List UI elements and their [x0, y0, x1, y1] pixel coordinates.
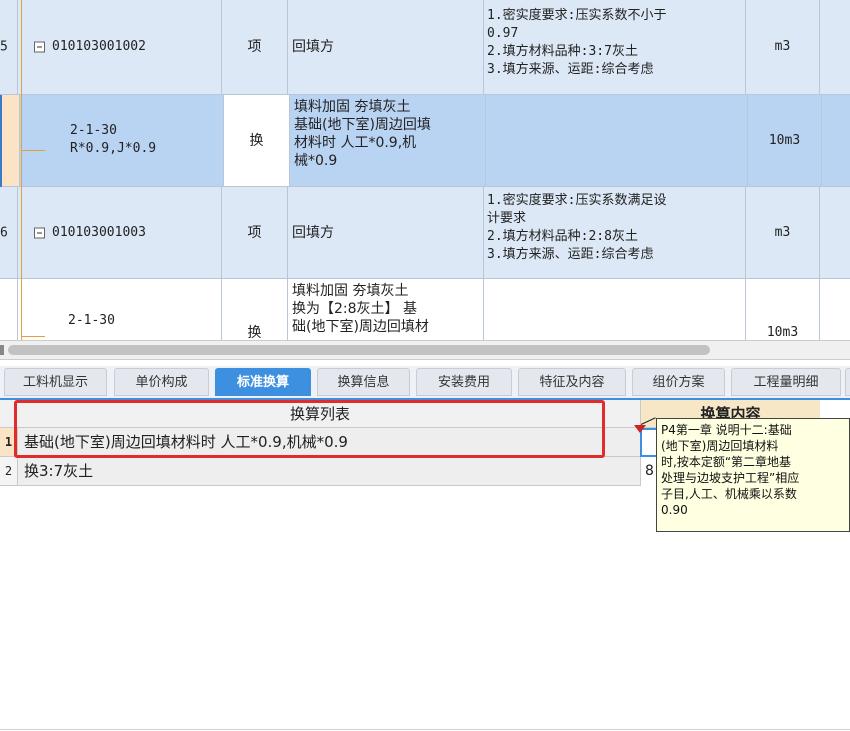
feature-line: 计要求 — [487, 211, 527, 226]
unit: 10m3 — [768, 132, 801, 148]
collapse-icon[interactable] — [34, 41, 45, 53]
item-code: 2-1-30 — [68, 313, 115, 328]
tab-installation-fee[interactable]: 安装费用 — [416, 368, 512, 396]
tooltip-line: (地下室)周边回填材料 — [661, 439, 779, 453]
row-number: 1 — [0, 428, 18, 456]
item-type: 换 — [247, 325, 262, 340]
item-code: 2-1-30 — [70, 123, 117, 138]
scrollbar-left-edge — [0, 345, 4, 355]
row-number: 2 — [0, 457, 18, 485]
item-code-modifier: R*0.9,J*0.9 — [70, 141, 157, 156]
name-line: 填料加固 夯填灰土 — [294, 99, 411, 115]
name-line: 基础(地下室)周边回填 — [294, 117, 431, 133]
name-line: 换为【2:8灰土】 基 — [292, 301, 417, 317]
feature-line: 3.填方来源、运距:综合考虑 — [487, 247, 654, 262]
tab-conversion-info[interactable]: 换算信息 — [317, 368, 410, 396]
table-row-selected[interactable]: 2-1-30 R*0.9,J*0.9 换 填料加固 夯填灰土 基础(地下室)周边… — [0, 95, 850, 187]
tab-unit-price-composition[interactable]: 单价构成 — [114, 368, 209, 396]
item-code: 010103001002 — [52, 39, 146, 54]
item-type: 项 — [247, 39, 262, 55]
unit: m3 — [774, 39, 791, 54]
feature-line: 0.97 — [487, 26, 519, 41]
explanation-tooltip: P4第一章 说明十二:基础 (地下室)周边回填材料 时,按本定额“第二章地基 处… — [656, 418, 850, 532]
tree-line — [21, 150, 45, 151]
item-name: 回填方 — [292, 39, 334, 55]
conversion-row[interactable]: 2 换3:7灰土 — [0, 457, 640, 486]
feature-line: 2.填方材料品种:3:7灰土 — [487, 44, 638, 59]
scrollbar-thumb[interactable] — [8, 345, 710, 355]
tab-overflow[interactable] — [845, 368, 850, 396]
collapse-icon[interactable] — [34, 227, 45, 238]
table-row[interactable]: 2-1-30 换 填料加固 夯填灰土 换为【2:8灰土】 基 础(地下室)周边回… — [0, 279, 850, 340]
tab-standard-conversion[interactable]: 标准换算 — [215, 368, 311, 396]
item-type: 换 — [249, 132, 264, 149]
unit: 10m3 — [766, 325, 799, 340]
quota-grid: 5 010103001002 项 回填方 1.密实度要求:压实系数不小于 0.9… — [0, 0, 850, 340]
conversion-content-value: 8 — [645, 463, 654, 479]
feature-line: 3.填方来源、运距:综合考虑 — [487, 62, 654, 77]
item-type: 项 — [247, 224, 262, 241]
feature-line: 2.填方材料品种:2:8灰土 — [487, 229, 638, 244]
tab-features-content[interactable]: 特征及内容 — [518, 368, 626, 396]
tree-line — [21, 0, 22, 340]
feature-line: 1.密实度要求:压实系数不小于 — [487, 8, 667, 23]
tooltip-line: 0.90 — [661, 503, 688, 517]
tree-line — [21, 336, 45, 337]
detail-tab-bar: 工料机显示 单价构成 标准换算 换算信息 安装费用 特征及内容 组价方案 工程量… — [0, 366, 850, 400]
tooltip-line: P4第一章 说明十二:基础 — [661, 423, 792, 437]
tab-quantity-detail[interactable]: 工程量明细 — [731, 368, 841, 396]
conversion-row[interactable]: 1 基础(地下室)周边回填材料时 人工*0.9,机械*0.9 — [0, 428, 640, 457]
horizontal-scrollbar[interactable] — [0, 340, 850, 360]
table-row[interactable]: 5 010103001002 项 回填方 1.密实度要求:压实系数不小于 0.9… — [0, 0, 850, 95]
tab-pricing-plan[interactable]: 组价方案 — [632, 368, 725, 396]
divider — [0, 729, 850, 730]
conversion-text: 换3:7灰土 — [24, 462, 94, 480]
item-name: 回填方 — [292, 224, 334, 241]
table-row[interactable]: 6 010103001003 项 回填方 1.密实度要求:压实系数满足设 计要求… — [0, 187, 850, 279]
tooltip-line: 处理与边坡支护工程”相应 — [661, 471, 800, 485]
name-line: 填料加固 夯填灰土 — [292, 283, 409, 299]
tooltip-line: 子目,人工、机械乘以系数 — [661, 487, 797, 501]
item-code: 010103001003 — [52, 224, 146, 240]
name-line: 础(地下室)周边回填材 — [292, 319, 429, 335]
conversion-text: 基础(地下室)周边回填材料时 人工*0.9,机械*0.9 — [24, 433, 348, 451]
tooltip-line: 时,按本定额“第二章地基 — [661, 455, 792, 469]
unit: m3 — [774, 224, 791, 240]
row-index: 5 — [0, 39, 8, 55]
name-line: 材料时 人工*0.9,机 — [294, 135, 417, 151]
feature-line: 1.密实度要求:压实系数满足设 — [487, 193, 667, 208]
conversion-list-header: 换算列表 — [0, 400, 640, 428]
row-index: 6 — [0, 225, 8, 240]
comment-indicator-icon — [634, 425, 646, 433]
tab-labor-material-machine[interactable]: 工料机显示 — [4, 368, 107, 396]
name-line: 械*0.9 — [294, 153, 338, 169]
